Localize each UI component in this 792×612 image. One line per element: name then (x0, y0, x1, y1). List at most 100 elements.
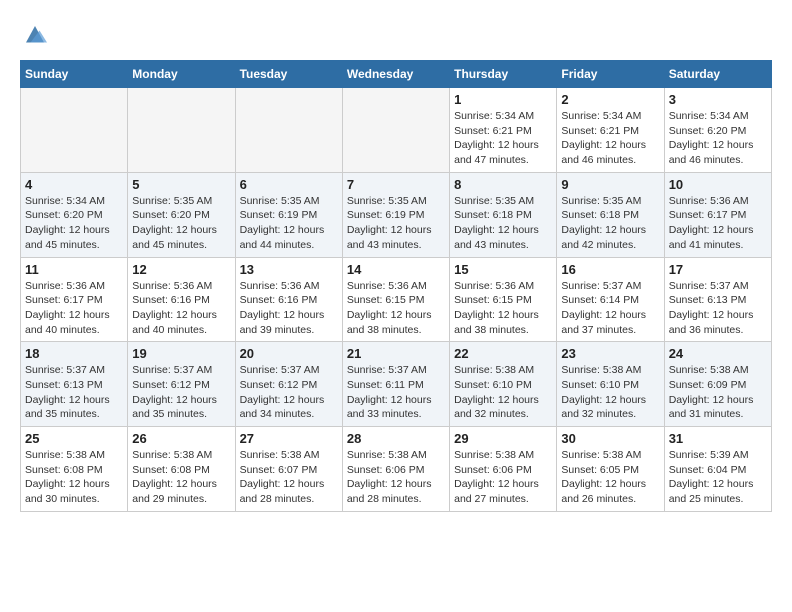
calendar-header-row: SundayMondayTuesdayWednesdayThursdayFrid… (21, 61, 772, 88)
day-info: Sunrise: 5:36 AM Sunset: 6:16 PM Dayligh… (132, 279, 230, 338)
col-header-friday: Friday (557, 61, 664, 88)
day-number: 15 (454, 262, 552, 277)
calendar-week-row: 11 Sunrise: 5:36 AM Sunset: 6:17 PM Dayli… (21, 257, 772, 342)
calendar-cell: 13Sunrise: 5:36 AM Sunset: 6:16 PM Dayli… (235, 257, 342, 342)
day-number: 2 (561, 92, 659, 107)
day-info: Sunrise: 5:38 AM Sunset: 6:07 PM Dayligh… (240, 448, 338, 507)
col-header-tuesday: Tuesday (235, 61, 342, 88)
day-info: Sunrise: 5:37 AM Sunset: 6:13 PM Dayligh… (25, 363, 123, 422)
day-number: 20 (240, 346, 338, 361)
day-info: Sunrise: 5:38 AM Sunset: 6:08 PM Dayligh… (132, 448, 230, 507)
calendar-cell: 19 Sunrise: 5:37 AM Sunset: 6:12 PM Dayli… (128, 342, 235, 427)
day-info: Sunrise: 5:36 AM Sunset: 6:15 PM Dayligh… (347, 279, 445, 338)
day-info: Sunrise: 5:37 AM Sunset: 6:14 PM Dayligh… (561, 279, 659, 338)
calendar-cell (21, 88, 128, 173)
logo (20, 20, 55, 50)
calendar-cell (342, 88, 449, 173)
day-number: 30 (561, 431, 659, 446)
day-number: 14 (347, 262, 445, 277)
day-number: 3 (669, 92, 767, 107)
day-info: Sunrise: 5:35 AM Sunset: 6:18 PM Dayligh… (454, 194, 552, 253)
day-number: 13 (240, 262, 338, 277)
day-number: 29 (454, 431, 552, 446)
calendar-cell: 7 Sunrise: 5:35 AM Sunset: 6:19 PM Daylig… (342, 172, 449, 257)
day-info: Sunrise: 5:34 AM Sunset: 6:20 PM Dayligh… (25, 194, 123, 253)
day-number: 18 (25, 346, 123, 361)
day-info: Sunrise: 5:37 AM Sunset: 6:12 PM Dayligh… (132, 363, 230, 422)
calendar-cell: 24 Sunrise: 5:38 AM Sunset: 6:09 PM Dayli… (664, 342, 771, 427)
day-number: 27 (240, 431, 338, 446)
day-info: Sunrise: 5:38 AM Sunset: 6:08 PM Dayligh… (25, 448, 123, 507)
day-info: Sunrise: 5:37 AM Sunset: 6:11 PM Dayligh… (347, 363, 445, 422)
day-number: 4 (25, 177, 123, 192)
day-info: Sunrise: 5:36 AM Sunset: 6:17 PM Dayligh… (669, 194, 767, 253)
calendar-table: SundayMondayTuesdayWednesdayThursdayFrid… (20, 60, 772, 512)
calendar-cell: 15 Sunrise: 5:36 AM Sunset: 6:15 PM Dayli… (450, 257, 557, 342)
calendar-cell (128, 88, 235, 173)
day-info: Sunrise: 5:35 AM Sunset: 6:19 PM Dayligh… (347, 194, 445, 253)
logo-icon (20, 20, 50, 50)
calendar-cell: 2 Sunrise: 5:34 AM Sunset: 6:21 PM Daylig… (557, 88, 664, 173)
day-info: Sunrise: 5:34 AM Sunset: 6:21 PM Dayligh… (454, 109, 552, 168)
day-info: Sunrise: 5:34 AM Sunset: 6:21 PM Dayligh… (561, 109, 659, 168)
day-number: 5 (132, 177, 230, 192)
calendar-cell: 23 Sunrise: 5:38 AM Sunset: 6:10 PM Dayli… (557, 342, 664, 427)
calendar-cell: 30 Sunrise: 5:38 AM Sunset: 6:05 PM Dayli… (557, 427, 664, 512)
calendar-cell: 17 Sunrise: 5:37 AM Sunset: 6:13 PM Dayli… (664, 257, 771, 342)
day-info: Sunrise: 5:35 AM Sunset: 6:19 PM Dayligh… (240, 194, 338, 253)
day-number: 25 (25, 431, 123, 446)
col-header-saturday: Saturday (664, 61, 771, 88)
calendar-cell: 10 Sunrise: 5:36 AM Sunset: 6:17 PM Dayli… (664, 172, 771, 257)
day-number: 6 (240, 177, 338, 192)
day-number: 16 (561, 262, 659, 277)
day-info: Sunrise: 5:38 AM Sunset: 6:06 PM Dayligh… (347, 448, 445, 507)
calendar-cell: 25 Sunrise: 5:38 AM Sunset: 6:08 PM Dayli… (21, 427, 128, 512)
calendar-cell (235, 88, 342, 173)
calendar-cell: 21Sunrise: 5:37 AM Sunset: 6:11 PM Dayli… (342, 342, 449, 427)
day-info: Sunrise: 5:38 AM Sunset: 6:06 PM Dayligh… (454, 448, 552, 507)
day-number: 31 (669, 431, 767, 446)
day-number: 23 (561, 346, 659, 361)
day-info: Sunrise: 5:34 AM Sunset: 6:20 PM Dayligh… (669, 109, 767, 168)
day-info: Sunrise: 5:36 AM Sunset: 6:17 PM Dayligh… (25, 279, 123, 338)
day-info: Sunrise: 5:38 AM Sunset: 6:05 PM Dayligh… (561, 448, 659, 507)
col-header-wednesday: Wednesday (342, 61, 449, 88)
calendar-week-row: 25 Sunrise: 5:38 AM Sunset: 6:08 PM Dayli… (21, 427, 772, 512)
day-number: 7 (347, 177, 445, 192)
day-number: 11 (25, 262, 123, 277)
day-number: 8 (454, 177, 552, 192)
day-number: 17 (669, 262, 767, 277)
day-info: Sunrise: 5:37 AM Sunset: 6:12 PM Dayligh… (240, 363, 338, 422)
day-info: Sunrise: 5:36 AM Sunset: 6:15 PM Dayligh… (454, 279, 552, 338)
day-info: Sunrise: 5:35 AM Sunset: 6:20 PM Dayligh… (132, 194, 230, 253)
calendar-cell: 16 Sunrise: 5:37 AM Sunset: 6:14 PM Dayli… (557, 257, 664, 342)
page-header (20, 20, 772, 50)
day-number: 9 (561, 177, 659, 192)
day-info: Sunrise: 5:38 AM Sunset: 6:09 PM Dayligh… (669, 363, 767, 422)
calendar-week-row: 18 Sunrise: 5:37 AM Sunset: 6:13 PM Dayli… (21, 342, 772, 427)
calendar-cell: 8 Sunrise: 5:35 AM Sunset: 6:18 PM Daylig… (450, 172, 557, 257)
day-info: Sunrise: 5:38 AM Sunset: 6:10 PM Dayligh… (561, 363, 659, 422)
day-number: 10 (669, 177, 767, 192)
calendar-cell: 22Sunrise: 5:38 AM Sunset: 6:10 PM Dayli… (450, 342, 557, 427)
calendar-cell: 12 Sunrise: 5:36 AM Sunset: 6:16 PM Dayli… (128, 257, 235, 342)
calendar-cell: 29 Sunrise: 5:38 AM Sunset: 6:06 PM Dayli… (450, 427, 557, 512)
calendar-cell: 4 Sunrise: 5:34 AM Sunset: 6:20 PM Daylig… (21, 172, 128, 257)
day-info: Sunrise: 5:37 AM Sunset: 6:13 PM Dayligh… (669, 279, 767, 338)
calendar-cell: 31Sunrise: 5:39 AM Sunset: 6:04 PM Dayli… (664, 427, 771, 512)
day-number: 24 (669, 346, 767, 361)
calendar-cell: 1 Sunrise: 5:34 AM Sunset: 6:21 PM Daylig… (450, 88, 557, 173)
calendar-week-row: 1 Sunrise: 5:34 AM Sunset: 6:21 PM Daylig… (21, 88, 772, 173)
col-header-monday: Monday (128, 61, 235, 88)
day-number: 22 (454, 346, 552, 361)
day-number: 28 (347, 431, 445, 446)
day-number: 1 (454, 92, 552, 107)
calendar-cell: 18 Sunrise: 5:37 AM Sunset: 6:13 PM Dayli… (21, 342, 128, 427)
calendar-cell: 26 Sunrise: 5:38 AM Sunset: 6:08 PM Dayli… (128, 427, 235, 512)
day-number: 12 (132, 262, 230, 277)
calendar-cell: 11 Sunrise: 5:36 AM Sunset: 6:17 PM Dayli… (21, 257, 128, 342)
day-number: 19 (132, 346, 230, 361)
calendar-cell: 3 Sunrise: 5:34 AM Sunset: 6:20 PM Daylig… (664, 88, 771, 173)
calendar-cell: 20 Sunrise: 5:37 AM Sunset: 6:12 PM Dayli… (235, 342, 342, 427)
day-number: 26 (132, 431, 230, 446)
